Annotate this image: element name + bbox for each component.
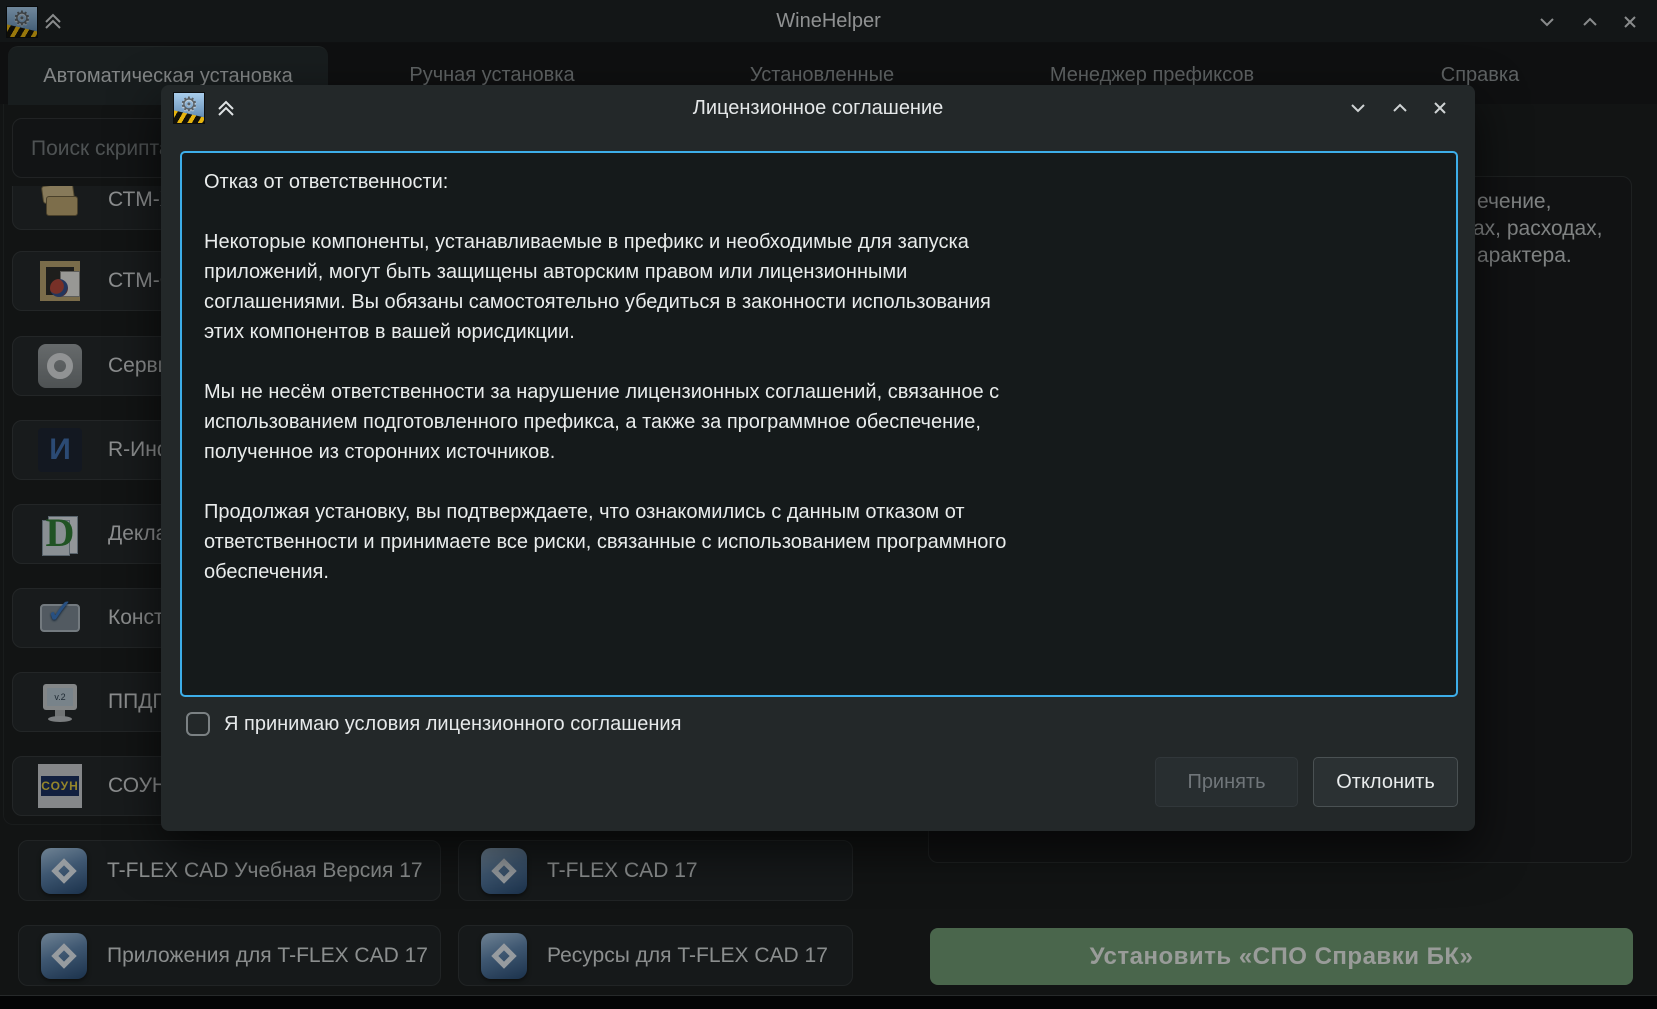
accept-button[interactable]: Принять bbox=[1155, 757, 1298, 807]
decline-button[interactable]: Отклонить bbox=[1313, 757, 1458, 807]
maximize-icon[interactable] bbox=[1387, 95, 1413, 121]
minimize-icon[interactable] bbox=[1345, 95, 1371, 121]
license-text-area[interactable]: Отказ от ответственности: Некоторые комп… bbox=[180, 151, 1458, 697]
close-icon[interactable] bbox=[1427, 95, 1453, 121]
window-bottom-edge bbox=[0, 995, 1657, 1009]
accept-terms-checkbox[interactable] bbox=[186, 712, 210, 736]
license-paragraph: Некоторые компоненты, устанавливаемые в … bbox=[204, 227, 1434, 347]
accept-terms-row[interactable]: Я принимаю условия лицензионного соглаше… bbox=[186, 710, 681, 738]
dialog-titlebar: ⚙ Лицензионное соглашение bbox=[161, 85, 1475, 131]
license-paragraph: Мы не несём ответственности за нарушение… bbox=[204, 377, 1434, 467]
license-paragraph: Продолжая установку, вы подтверждаете, ч… bbox=[204, 497, 1434, 587]
license-paragraph: Отказ от ответственности: bbox=[204, 167, 1434, 197]
accept-terms-label: Я принимаю условия лицензионного соглаше… bbox=[224, 713, 681, 736]
dialog-title: Лицензионное соглашение bbox=[161, 85, 1475, 131]
license-dialog: ⚙ Лицензионное соглашение Отказ от ответ… bbox=[161, 85, 1475, 831]
